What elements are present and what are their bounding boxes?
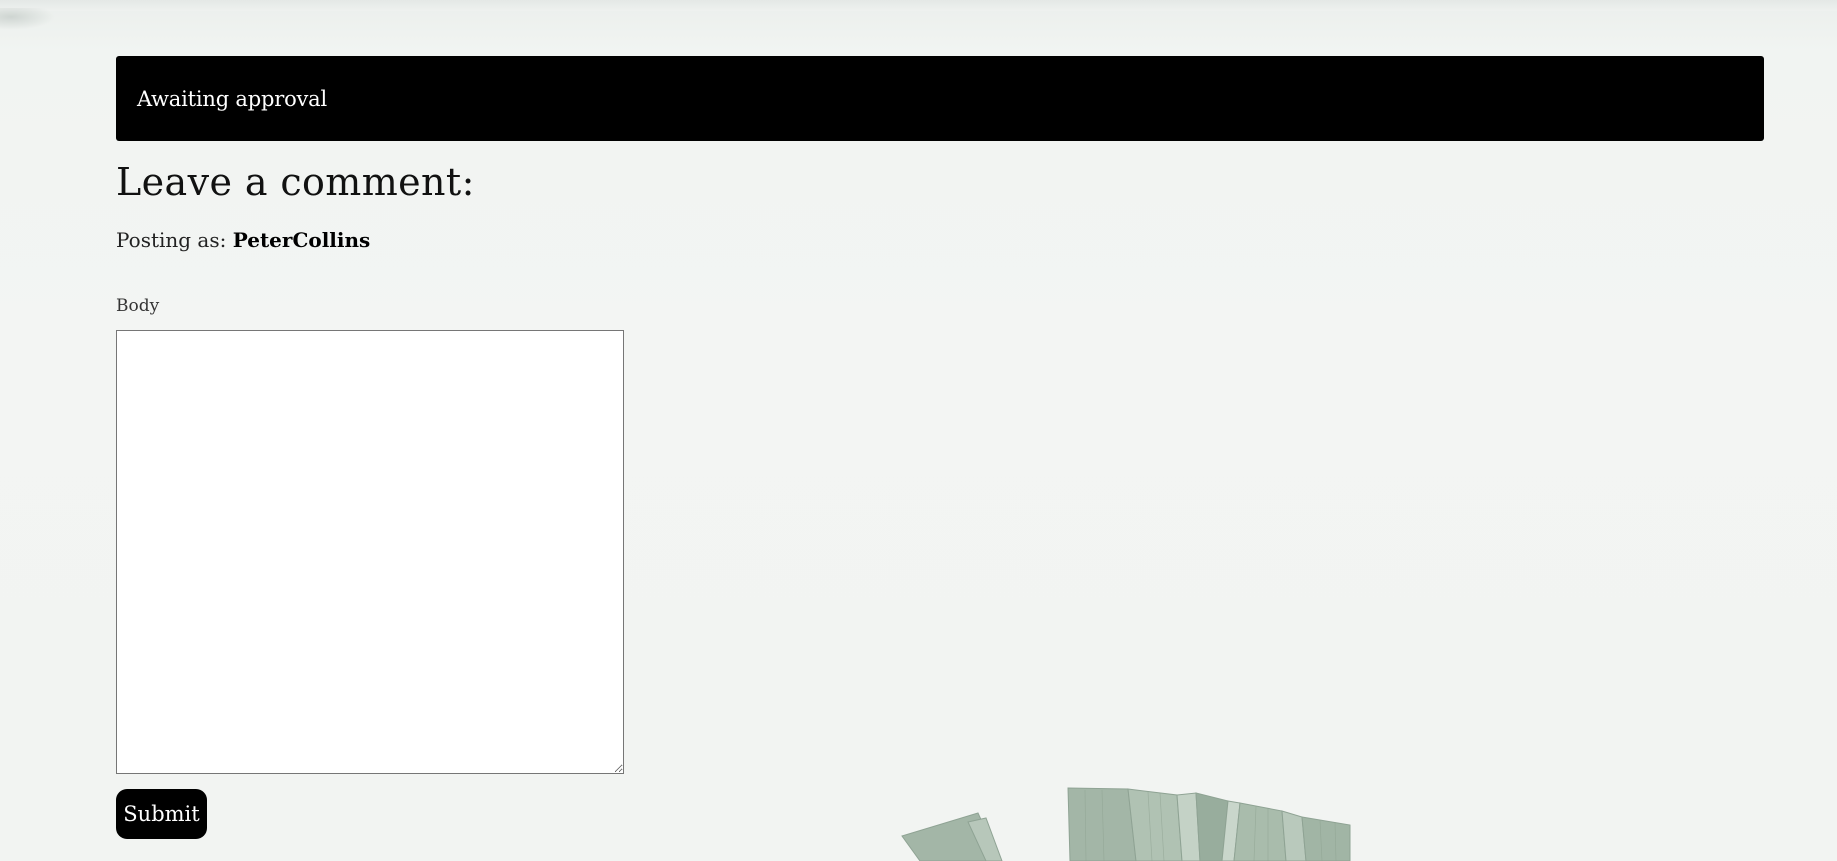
background-smudge [0, 8, 55, 30]
comment-form-heading: Leave a comment: [116, 160, 475, 204]
page-top-band [0, 0, 1837, 11]
posting-as-line: Posting as: PeterCollins [116, 228, 370, 252]
comment-body-textarea[interactable] [116, 330, 624, 774]
submit-button[interactable]: Submit [116, 789, 207, 839]
posting-username: PeterCollins [232, 228, 371, 252]
alert-message: Awaiting approval [137, 86, 328, 111]
body-label: Body [116, 296, 160, 316]
posting-as-label: Posting as: [116, 228, 227, 252]
leaves-image [901, 787, 1351, 861]
awaiting-approval-alert: Awaiting approval [116, 56, 1764, 141]
